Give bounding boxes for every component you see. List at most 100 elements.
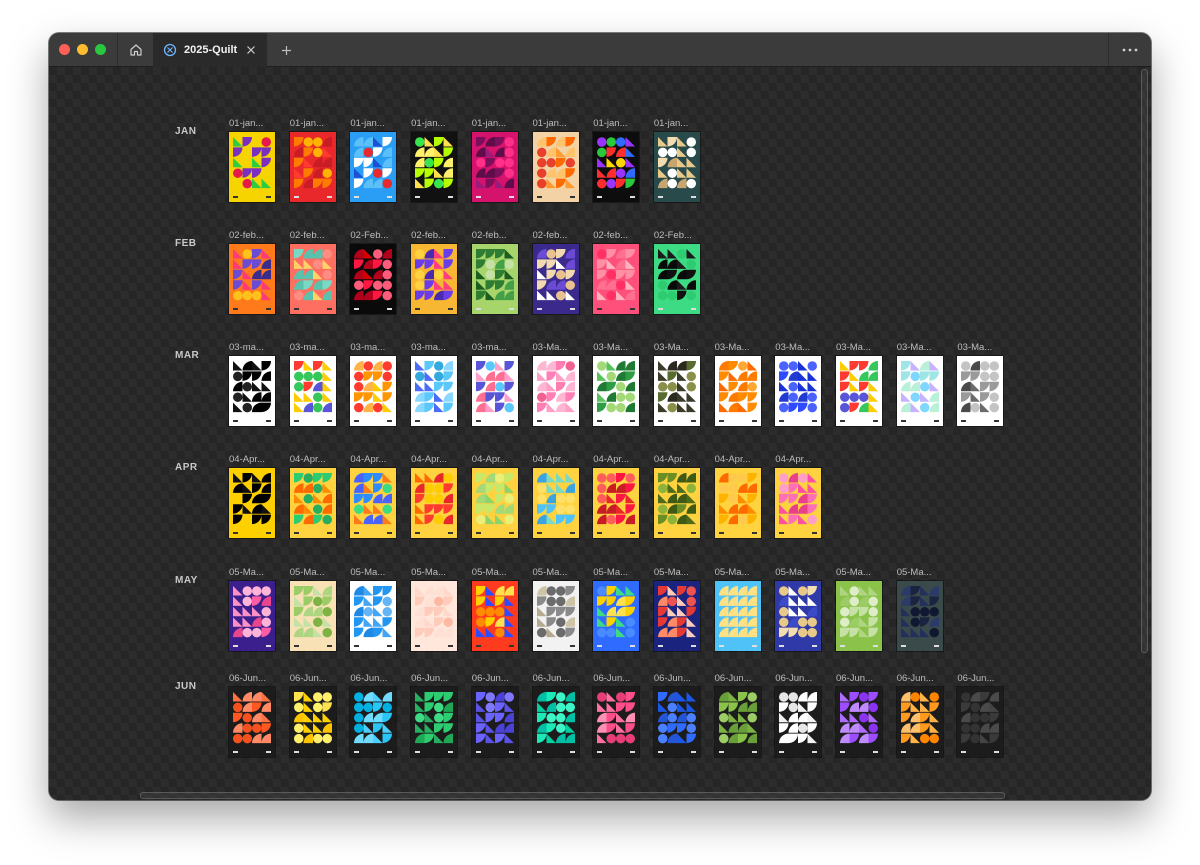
frame-label[interactable]: 04-Apr... [593, 454, 641, 466]
poster-thumbnail[interactable] [714, 356, 761, 426]
poster-frame[interactable]: 03-ma... [289, 342, 336, 426]
frame-label[interactable]: 04-Apr... [715, 454, 763, 466]
frame-label[interactable]: 01-jan... [472, 118, 520, 130]
poster-frame[interactable]: 05-Ma... [836, 567, 882, 651]
poster-frame[interactable]: 05-Ma... [653, 567, 700, 651]
poster-frame[interactable]: 03-Ma... [714, 342, 761, 426]
poster-thumbnail[interactable] [471, 468, 518, 538]
poster-thumbnail[interactable] [289, 581, 336, 651]
frame-label[interactable]: 06-Jun... [775, 673, 823, 685]
poster-frame[interactable]: 03-Ma... [896, 342, 943, 426]
poster-frame[interactable]: 02-feb... [471, 230, 520, 314]
poster-thumbnail[interactable] [350, 581, 397, 651]
poster-frame[interactable]: 03-Ma... [775, 342, 822, 426]
poster-thumbnail[interactable] [229, 132, 275, 202]
frame-label[interactable]: 01-jan... [411, 118, 459, 130]
poster-thumbnail[interactable] [471, 356, 518, 426]
poster-frame[interactable]: 02-feb... [532, 230, 581, 314]
poster-frame[interactable]: 06-Jun... [350, 673, 397, 757]
poster-thumbnail[interactable] [289, 468, 336, 538]
poster-frame[interactable]: 06-Jun... [896, 673, 945, 757]
poster-thumbnail[interactable] [653, 132, 700, 202]
poster-thumbnail[interactable] [411, 581, 458, 651]
frame-label[interactable]: 02-Feb... [350, 230, 398, 242]
poster-frame[interactable]: 05-Ma... [411, 567, 458, 651]
poster-thumbnail[interactable] [471, 244, 518, 314]
poster-thumbnail[interactable] [289, 244, 336, 314]
poster-thumbnail[interactable] [532, 356, 579, 426]
poster-frame[interactable]: 05-Ma... [714, 567, 761, 651]
poster-frame[interactable]: 03-ma... [350, 342, 397, 426]
poster-frame[interactable]: 04-Apr... [289, 454, 336, 538]
poster-thumbnail[interactable] [775, 687, 822, 757]
frame-label[interactable]: 02-feb... [411, 230, 459, 242]
poster-thumbnail[interactable] [714, 468, 761, 538]
frame-label[interactable]: 05-Ma... [593, 567, 641, 579]
frame-label[interactable]: 02-feb... [533, 230, 581, 242]
poster-frame[interactable]: 06-Jun... [775, 673, 823, 757]
poster-frame[interactable]: 04-Apr... [593, 454, 641, 538]
poster-thumbnail[interactable] [411, 356, 458, 426]
frame-label[interactable]: 01-jan... [290, 118, 338, 130]
poster-thumbnail[interactable] [229, 356, 275, 426]
poster-thumbnail[interactable] [229, 244, 275, 314]
frame-label[interactable]: 03-Ma... [593, 342, 641, 354]
poster-frame[interactable]: 03-Ma... [653, 342, 702, 426]
poster-thumbnail[interactable] [836, 581, 882, 651]
frame-label[interactable]: 04-Apr... [533, 454, 581, 466]
frame-label[interactable]: 04-Apr... [472, 454, 520, 466]
poster-frame[interactable]: 05-Ma... [593, 567, 641, 651]
poster-frame[interactable]: 01-jan... [532, 118, 579, 202]
frame-label[interactable]: 01-jan... [229, 118, 277, 130]
poster-thumbnail[interactable] [957, 356, 1004, 426]
poster-frame[interactable]: 03-Ma... [532, 342, 579, 426]
frame-label[interactable]: 04-Apr... [229, 454, 277, 466]
poster-frame[interactable]: 02-feb... [289, 230, 336, 314]
home-button[interactable] [117, 33, 155, 66]
poster-frame[interactable]: 04-Apr... [411, 454, 458, 538]
poster-thumbnail[interactable] [532, 132, 579, 202]
poster-thumbnail[interactable] [532, 468, 579, 538]
poster-thumbnail[interactable] [836, 687, 882, 757]
poster-thumbnail[interactable] [836, 356, 882, 426]
frame-label[interactable]: 03-ma... [411, 342, 459, 354]
poster-thumbnail[interactable] [471, 581, 518, 651]
poster-thumbnail[interactable] [411, 468, 458, 538]
poster-thumbnail[interactable] [653, 244, 700, 314]
frame-label[interactable]: 05-Ma... [290, 567, 338, 579]
frame-label[interactable]: 06-Jun... [593, 673, 641, 685]
poster-frame[interactable]: 02-feb... [229, 230, 275, 314]
poster-frame[interactable]: 06-Jun... [836, 673, 882, 757]
poster-frame[interactable]: 05-Ma... [471, 567, 518, 651]
poster-thumbnail[interactable] [411, 687, 458, 757]
poster-frame[interactable]: 06-Jun... [471, 673, 518, 757]
poster-thumbnail[interactable] [350, 687, 397, 757]
file-tab[interactable]: 2025-Quilt [153, 33, 267, 67]
poster-thumbnail[interactable] [775, 468, 822, 538]
poster-thumbnail[interactable] [593, 687, 640, 757]
frame-label[interactable]: 02-Feb... [654, 230, 702, 242]
minimize-window-button[interactable] [77, 44, 88, 55]
frame-label[interactable]: 02-feb... [472, 230, 520, 242]
frame-label[interactable]: 06-Jun... [411, 673, 459, 685]
poster-thumbnail[interactable] [229, 581, 275, 651]
frame-label[interactable]: 06-Jun... [897, 673, 945, 685]
poster-frame[interactable]: 01-jan... [350, 118, 397, 202]
frame-label[interactable]: 03-Ma... [654, 342, 702, 354]
frame-label[interactable]: 03-ma... [472, 342, 520, 354]
poster-thumbnail[interactable] [532, 581, 579, 651]
poster-frame[interactable]: 03-ma... [411, 342, 459, 426]
poster-thumbnail[interactable] [229, 468, 275, 538]
poster-frame[interactable]: 04-Apr... [714, 454, 763, 538]
poster-thumbnail[interactable] [593, 356, 640, 426]
new-tab-button[interactable] [275, 39, 297, 61]
poster-thumbnail[interactable] [653, 356, 700, 426]
poster-frame[interactable]: 02-feb... [593, 230, 640, 314]
poster-thumbnail[interactable] [653, 468, 700, 538]
poster-thumbnail[interactable] [896, 581, 943, 651]
poster-frame[interactable]: 06-Jun... [532, 673, 579, 757]
poster-frame[interactable]: 06-Jun... [593, 673, 641, 757]
tab-close-button[interactable] [241, 40, 261, 60]
vertical-scrollbar[interactable] [1141, 69, 1148, 653]
poster-thumbnail[interactable] [593, 244, 640, 314]
